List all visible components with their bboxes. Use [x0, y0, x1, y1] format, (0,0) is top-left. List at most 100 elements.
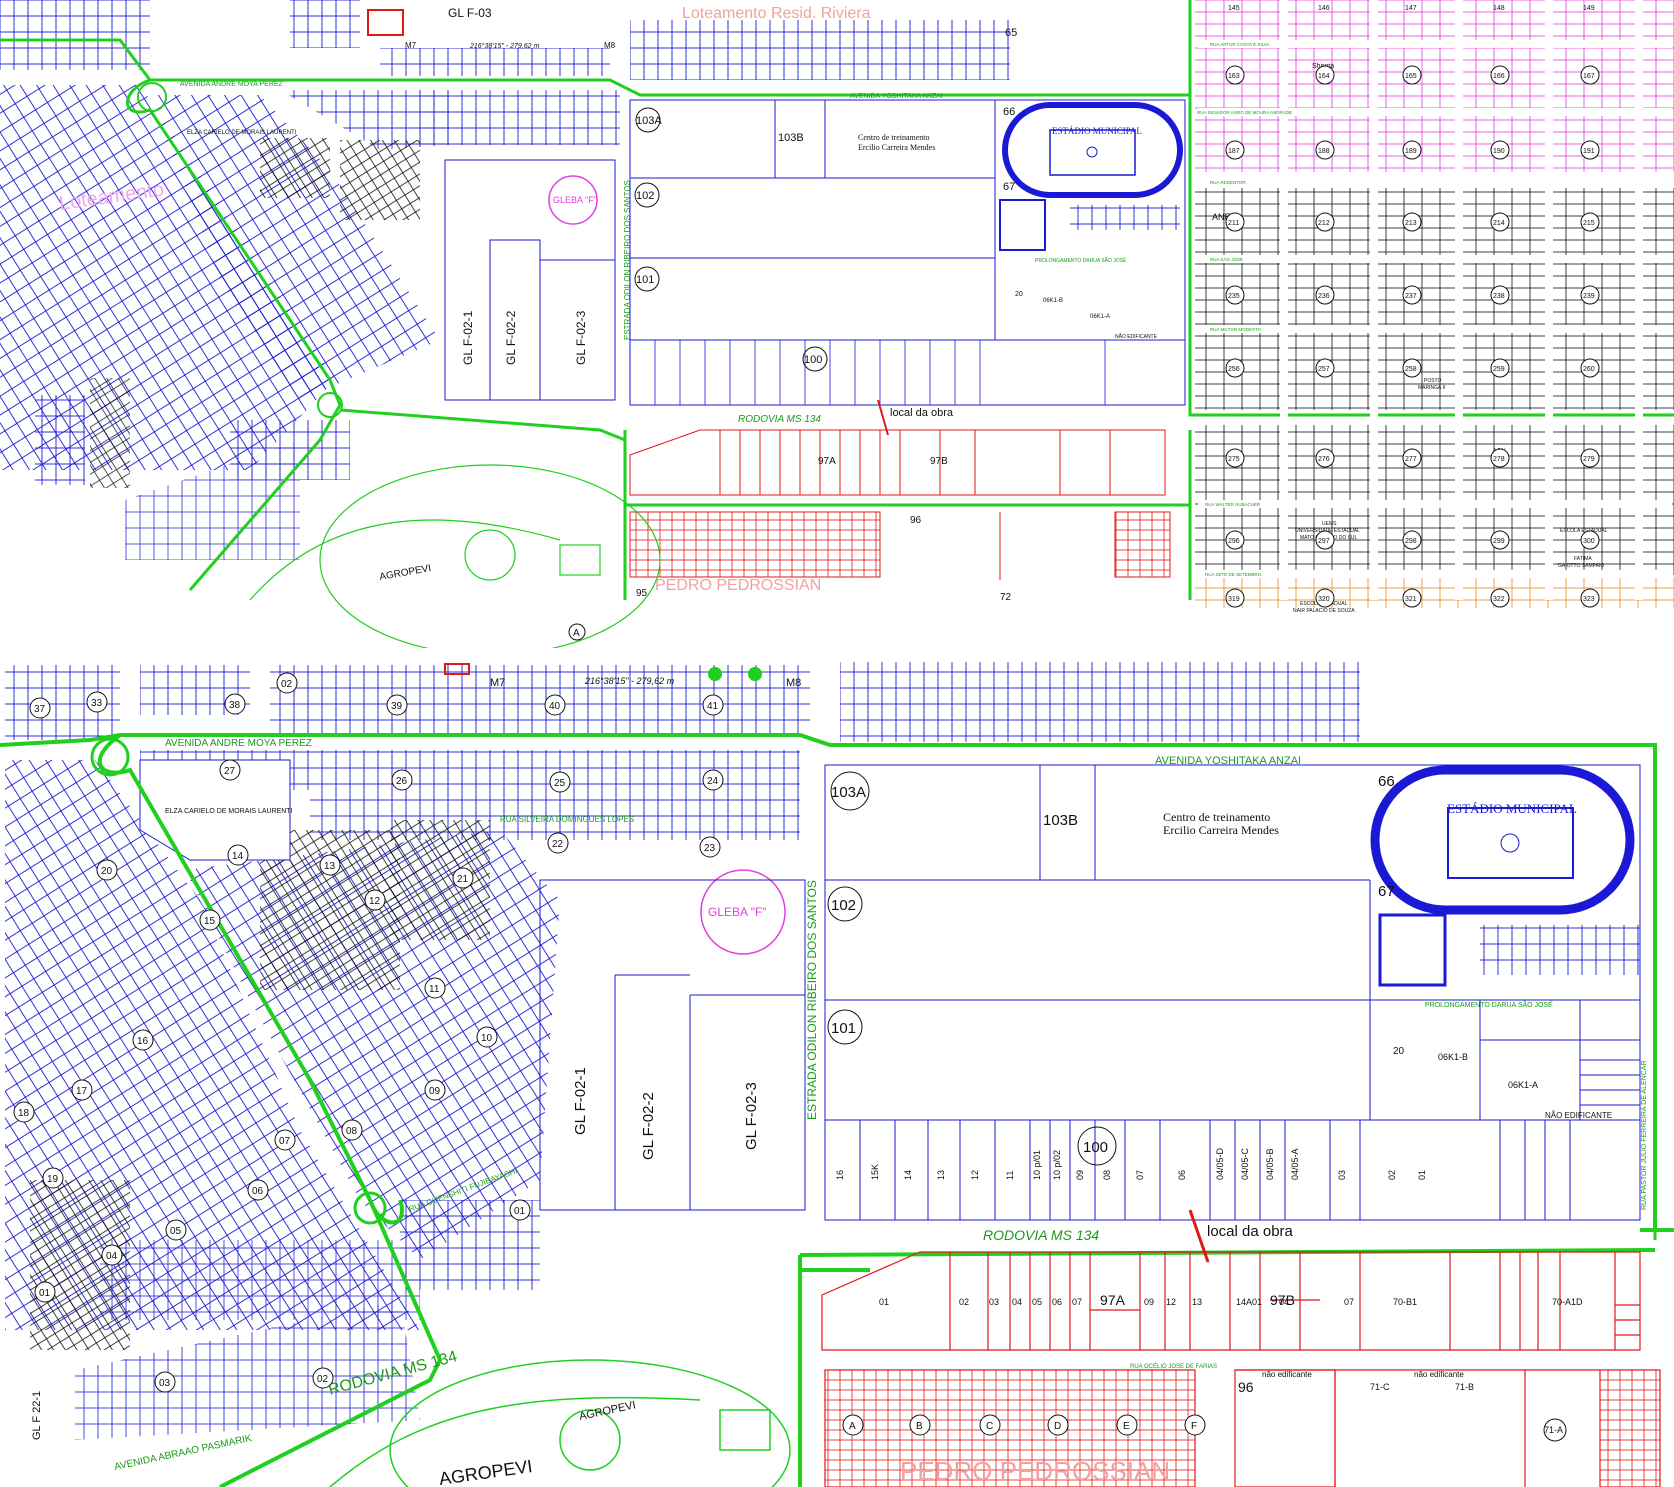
- block-number: 145: [1228, 5, 1240, 12]
- block-letter: E: [1123, 1421, 1130, 1432]
- rua-walter-label: RUA WALTER HUBACHER: [1205, 502, 1261, 507]
- lote-100-label: 100: [804, 354, 822, 366]
- bottom-nao-edif-2: não edificante: [1414, 1370, 1464, 1379]
- block-number: 24: [707, 776, 719, 787]
- block-number: 256: [1228, 366, 1240, 373]
- block-number: 146: [1318, 5, 1330, 12]
- block-number: 320: [1318, 596, 1330, 603]
- block-letter: F: [1191, 1421, 1197, 1432]
- lot-label: 08: [1102, 1170, 1112, 1180]
- lote-72-label: 72: [1000, 592, 1012, 603]
- bottom-local-obra: local da obra: [1207, 1223, 1294, 1240]
- bottom-rodovia: RODOVIA MS 134: [983, 1227, 1099, 1243]
- lote-06k1b-label: 06K1-B: [1043, 298, 1063, 304]
- bottom-estrada: ESTRADA ODILON RIBEIRO DOS SANTOS: [805, 880, 819, 1120]
- block-number: 21: [457, 874, 469, 885]
- block-number: 278: [1493, 456, 1505, 463]
- lot-label: 10 p/01: [1032, 1150, 1042, 1180]
- fatima-line: FATIMA: [1574, 556, 1592, 562]
- block-number: 166: [1493, 73, 1505, 80]
- bottom-m8-label: M8: [786, 677, 801, 689]
- block-number: 212: [1318, 220, 1330, 227]
- block-number: 33: [91, 698, 103, 709]
- block-number: 148: [1493, 5, 1505, 12]
- rodovia-label: RODOVIA MS 134: [738, 414, 821, 425]
- nair-line2: NAIR PALACIO DE SOUZA: [1293, 608, 1355, 614]
- bottom-lote-103b: 103B: [1043, 812, 1078, 829]
- bottom-lote-70a1d: 70-A1D: [1552, 1297, 1583, 1307]
- lote-65-label: 65: [1005, 27, 1017, 39]
- red-lot-label: 07: [1072, 1297, 1082, 1307]
- lot-label: 07: [1135, 1170, 1145, 1180]
- block-number: 02: [317, 1374, 329, 1385]
- block-number: 25: [554, 778, 566, 789]
- block-number: 20: [101, 866, 113, 877]
- block-number: 257: [1318, 366, 1330, 373]
- block-number: 190: [1493, 148, 1505, 155]
- posto-line1: POSTO: [1424, 378, 1442, 384]
- block-number: 16: [137, 1036, 149, 1047]
- estadio-label: ESTÁDIO MUNICIPAL: [1052, 126, 1142, 136]
- red-lot-label: 07: [1344, 1297, 1354, 1307]
- bottom-lote-103a: 103A: [831, 784, 866, 801]
- bottom-prolongamento: PROLONGAMENTO DARUA SÃO JOSÉ: [1425, 1000, 1553, 1009]
- lot-label: 15K: [870, 1164, 880, 1180]
- block-number: 191: [1583, 148, 1595, 155]
- lot-label: 04/05-D: [1215, 1147, 1225, 1180]
- bottom-lote-70b1: 70-B1: [1393, 1297, 1417, 1307]
- block-number: 11: [429, 984, 440, 995]
- red-lot-label: 14A: [1236, 1297, 1252, 1307]
- block-number: 03: [159, 1378, 171, 1389]
- lot-label: 06: [1177, 1170, 1187, 1180]
- lote-06k1a-label: 06K1-A: [1090, 314, 1110, 320]
- top-left-subdivision: Loteamento: [0, 0, 620, 560]
- bottom-conjunto: PEDRO PEDROSSIAN: [900, 1456, 1170, 1486]
- block-number: 149: [1583, 5, 1595, 12]
- lot-label: 04/05-B: [1265, 1148, 1275, 1180]
- bottom-nao-edificante: NÃO EDIFICANTE: [1545, 1111, 1612, 1120]
- lot-label: 02: [1387, 1170, 1397, 1180]
- gl-f021-label: GL F-02-1: [461, 310, 475, 365]
- bottom-lote-06k1b: 06K1-B: [1438, 1052, 1468, 1062]
- block-number: 321: [1405, 596, 1417, 603]
- bottom-gl-f023: GL F-02-3: [743, 1082, 760, 1150]
- conjunto-label: PEDRO PEDROSSIAN: [655, 577, 821, 594]
- block-number: 296: [1228, 538, 1240, 545]
- block-number: 05: [170, 1226, 182, 1237]
- lot-label: 01: [1417, 1170, 1427, 1180]
- block-number: 299: [1493, 538, 1505, 545]
- block-letter: D: [1054, 1421, 1061, 1432]
- block-number: 165: [1405, 73, 1417, 80]
- red-lot-label: 12: [1166, 1297, 1176, 1307]
- top-lot-100-strips: [654, 340, 1106, 405]
- block-number: 01: [514, 1206, 526, 1217]
- elza-label: ELZA CARIELO DE MORAIS LAURENTI: [187, 130, 297, 136]
- bottom-rua-pastor: RUA PASTOR JULIO FERREIRA DE ALENCAR: [1641, 1060, 1648, 1210]
- block-number: 13: [324, 861, 336, 872]
- gl-f023-label: GL F-02-3: [574, 310, 588, 365]
- block-number: 275: [1228, 456, 1240, 463]
- bottom-gl-f021: GL F-02-1: [572, 1067, 589, 1135]
- top-right-blocks: [1195, 0, 1674, 608]
- red-lot-label: 13: [1192, 1297, 1202, 1307]
- bottom-av-andre-1: AVENIDA ANDRE MOYA PEREZ: [165, 738, 312, 749]
- bottom-lote-71a: 71-A: [1544, 1425, 1563, 1435]
- block-number: 211: [1228, 220, 1239, 227]
- nao-edificante-top: NÃO EDIFICANTE: [1115, 333, 1158, 340]
- block-letter: A: [849, 1421, 856, 1432]
- rua-artur-label: RUA ARTUR COSTA E SILVA: [1210, 42, 1269, 47]
- bottom-lote-101: 101: [831, 1020, 856, 1037]
- block-number: 260: [1583, 366, 1595, 373]
- block-number: 37: [34, 704, 46, 715]
- block-number: 238: [1493, 293, 1505, 300]
- lote-20-label: 20: [1015, 291, 1023, 298]
- block-number: 04: [106, 1251, 118, 1262]
- lot-label: 11: [1005, 1171, 1015, 1180]
- block-number: 167: [1583, 73, 1595, 80]
- bottom-lote-71b: 71-B: [1455, 1382, 1474, 1392]
- bottom-nao-edif-1: não edificante: [1262, 1370, 1312, 1379]
- block-number: 02: [281, 679, 293, 690]
- red-lot-label: 05: [1032, 1297, 1042, 1307]
- bottom-elza-label: ELZA CARIELO DE MORAIS LAURENTI: [165, 808, 293, 815]
- red-lot-label: 04: [1279, 1297, 1289, 1307]
